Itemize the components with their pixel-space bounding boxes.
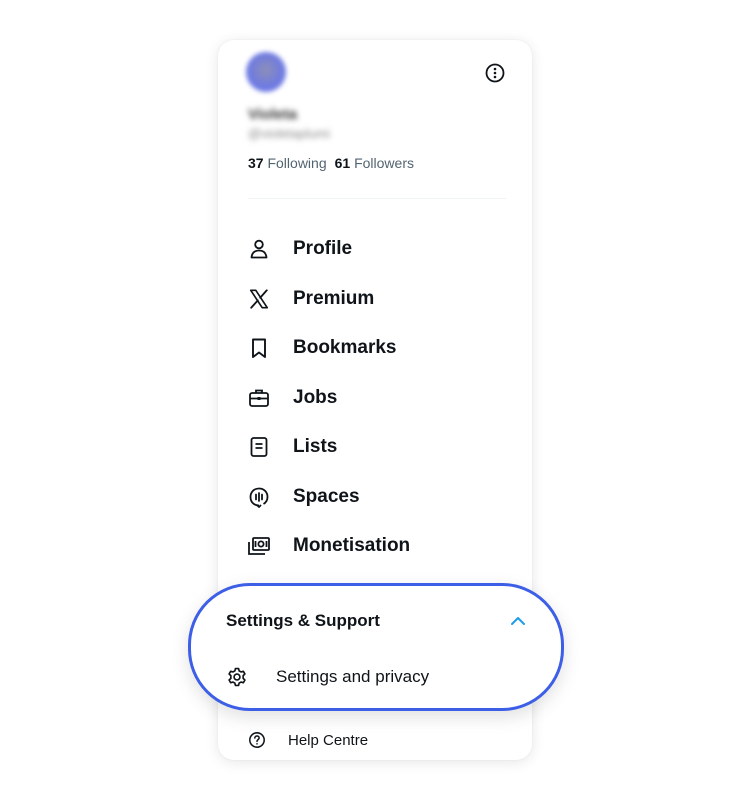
profile-handle: @violetaplumi <box>248 126 330 141</box>
follow-stats: 37 Following 61 Followers <box>248 155 414 171</box>
following-link[interactable]: 37 Following <box>248 155 327 171</box>
help-centre-label: Help Centre <box>288 731 369 749</box>
divider <box>248 198 506 199</box>
nav-item-profile[interactable]: Profile <box>246 231 352 267</box>
spaces-icon <box>246 484 272 510</box>
briefcase-icon <box>246 385 272 411</box>
bookmark-icon <box>246 335 272 361</box>
x-logo-icon <box>246 286 272 312</box>
followers-link[interactable]: 61 Followers <box>335 155 414 171</box>
nav-label-profile: Profile <box>293 238 353 259</box>
help-centre-item[interactable]: Help Centre <box>248 728 368 752</box>
nav-item-spaces[interactable]: Spaces <box>246 479 360 515</box>
more-icon <box>485 63 505 83</box>
nav-label-spaces: Spaces <box>293 486 360 507</box>
more-options-button[interactable] <box>484 62 506 84</box>
followers-label: Followers <box>354 155 414 171</box>
settings-support-title: Settings & Support <box>226 611 380 630</box>
settings-support-toggle[interactable]: Settings & Support <box>226 606 532 636</box>
settings-and-privacy-label: Settings and privacy <box>276 667 430 686</box>
gear-icon <box>226 666 248 688</box>
nav-item-bookmarks[interactable]: Bookmarks <box>246 330 397 366</box>
money-icon <box>246 533 272 559</box>
nav-label-premium: Premium <box>293 288 375 309</box>
following-label: Following <box>267 155 327 171</box>
list-icon <box>246 434 272 460</box>
following-count: 37 <box>248 155 264 171</box>
person-icon <box>246 236 272 262</box>
avatar[interactable] <box>246 52 286 92</box>
settings-and-privacy-item[interactable]: Settings and privacy <box>226 662 429 692</box>
followers-count: 61 <box>334 155 351 171</box>
chevron-up-icon <box>508 611 528 631</box>
nav-item-lists[interactable]: Lists <box>246 429 337 465</box>
nav-item-monetisation[interactable]: Monetisation <box>246 528 410 564</box>
nav-label-monetisation: Monetisation <box>293 535 411 556</box>
nav-label-bookmarks: Bookmarks <box>293 337 397 358</box>
nav-item-premium[interactable]: Premium <box>246 281 374 317</box>
profile-name[interactable]: Violeta <box>248 106 297 123</box>
nav-label-lists: Lists <box>293 436 338 457</box>
help-icon <box>248 731 266 749</box>
nav-label-jobs: Jobs <box>293 387 338 408</box>
nav-item-jobs[interactable]: Jobs <box>246 380 337 416</box>
